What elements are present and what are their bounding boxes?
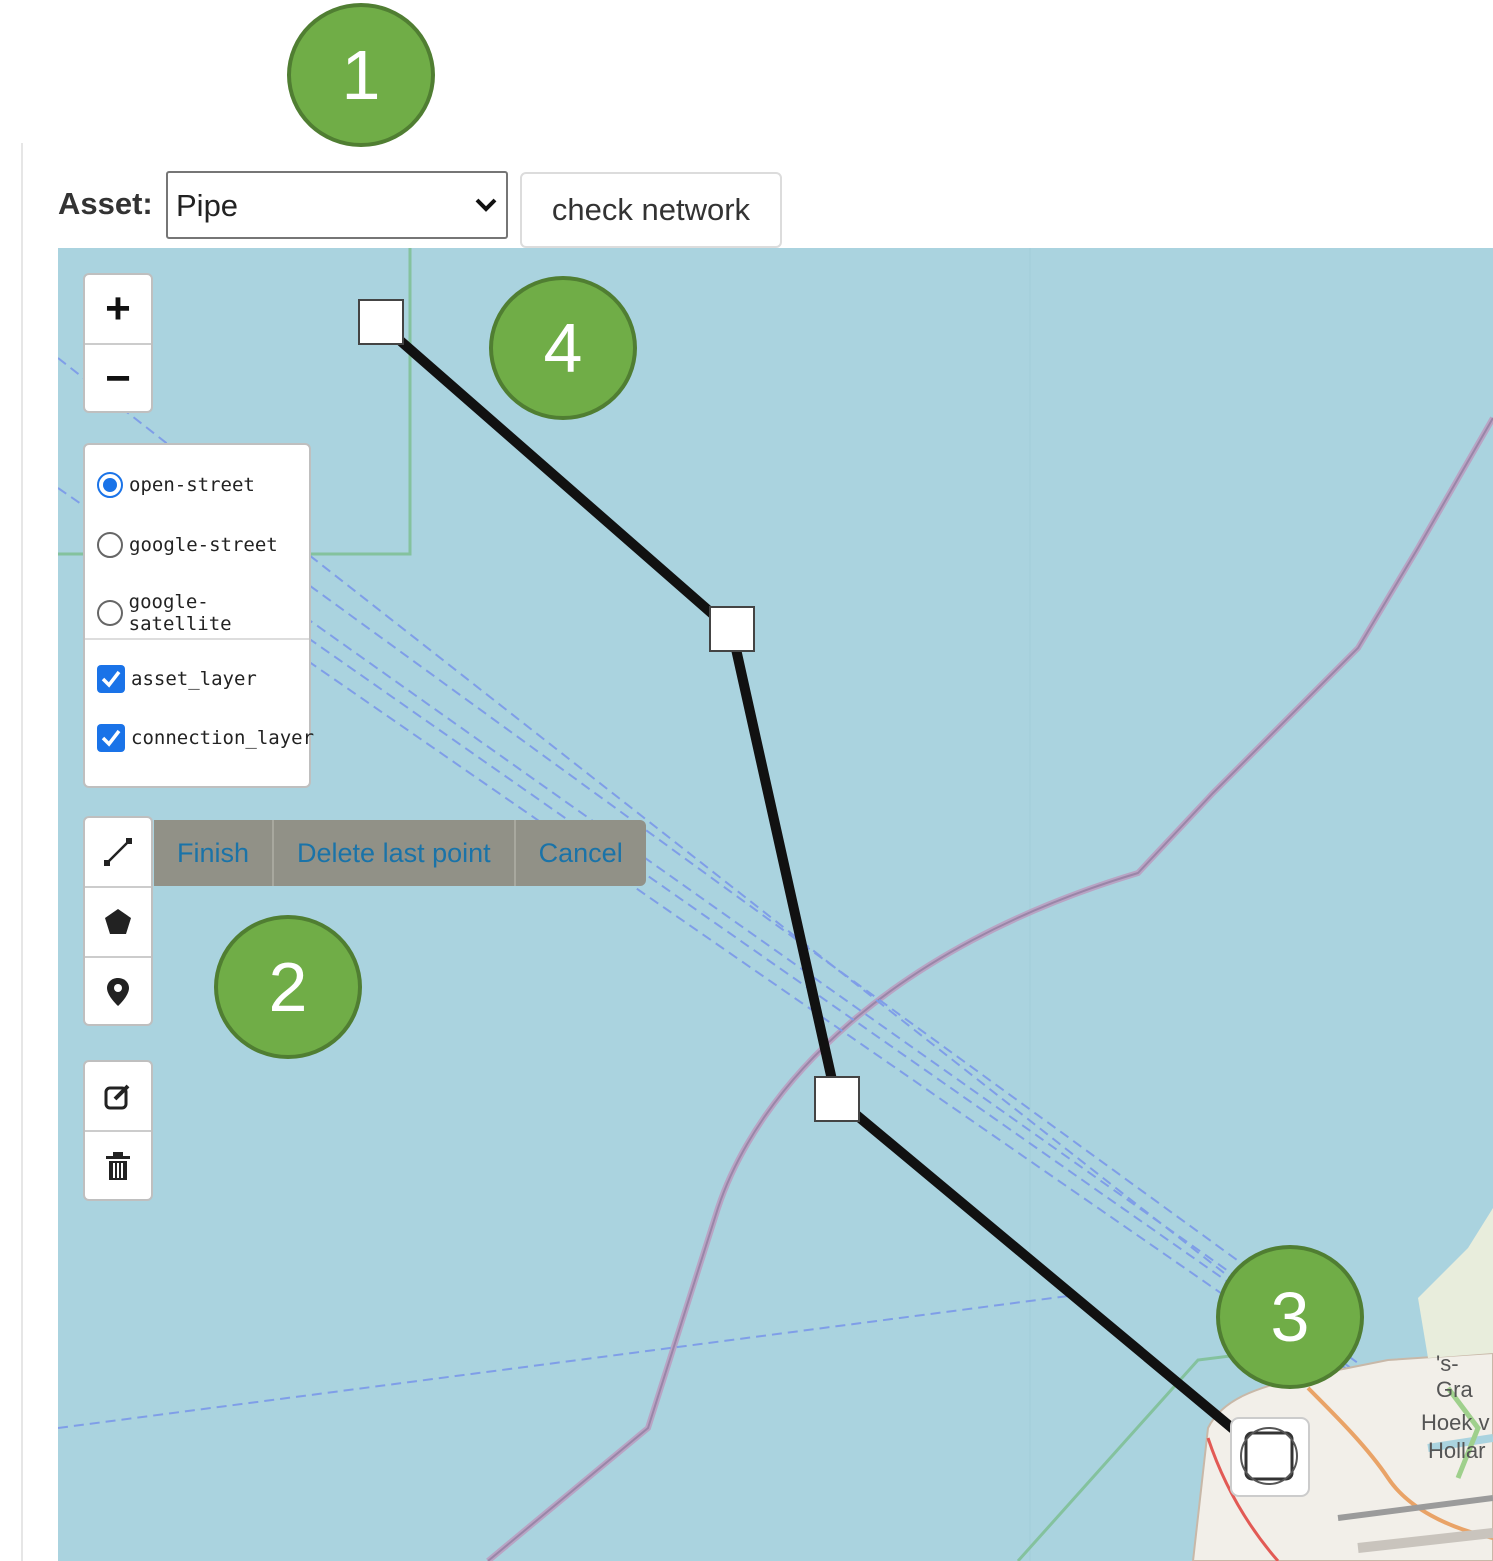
layer-option-google-street[interactable]: google-street: [97, 532, 278, 558]
layer-label: google-satellite: [128, 591, 232, 635]
layer-option-open-street[interactable]: open-street: [97, 472, 255, 498]
radio-selected-icon[interactable]: [97, 472, 123, 498]
callout-marker-2: 2: [214, 915, 362, 1059]
overlay-option-connection-layer[interactable]: connection_layer: [97, 724, 314, 752]
marker-icon: [107, 978, 129, 1006]
place-label-hoek: Hoek v: [1421, 1410, 1490, 1435]
trash-icon: [106, 1152, 130, 1180]
overlay-label: asset_layer: [131, 668, 257, 690]
callout-marker-3: 3: [1216, 1245, 1364, 1389]
callout-marker-4: 4: [489, 276, 637, 420]
layer-label: open-street: [129, 474, 255, 496]
polygon-icon: [105, 909, 131, 934]
radio-icon[interactable]: [97, 600, 123, 626]
delete-last-point-button[interactable]: Delete last point: [272, 820, 514, 886]
draw-polyline-button[interactable]: [85, 818, 151, 886]
delete-layers-button[interactable]: [85, 1130, 151, 1199]
overlay-option-asset-layer[interactable]: asset_layer: [97, 665, 257, 693]
page-left-border: [21, 143, 23, 1561]
layer-switcher: open-street google-street google-satelli…: [83, 443, 314, 788]
callout-marker-1: 1: [287, 3, 435, 147]
draw-polygon-button[interactable]: [85, 886, 151, 956]
overlay-label: connection_layer: [131, 727, 315, 749]
place-label-holland: Hollar: [1428, 1438, 1486, 1463]
zoom-in-button[interactable]: +: [85, 275, 151, 343]
layer-label: google-street: [129, 534, 278, 556]
draw-toolbar: [83, 816, 153, 1026]
draw-marker-button[interactable]: [85, 956, 151, 1024]
check-network-button[interactable]: check network: [520, 172, 782, 248]
checkbox-checked-icon[interactable]: [97, 724, 125, 752]
cancel-button[interactable]: Cancel: [513, 820, 646, 886]
radio-icon[interactable]: [97, 532, 123, 558]
edit-icon: [104, 1084, 130, 1110]
place-label-sgravenzande: 's-Gra: [1436, 1351, 1473, 1402]
layer-divider: [85, 638, 309, 640]
polyline-icon: [104, 838, 132, 866]
checkbox-checked-icon[interactable]: [97, 665, 125, 693]
edit-layers-button[interactable]: [85, 1062, 151, 1130]
draw-actions-bar: Finish Delete last point Cancel: [154, 820, 646, 886]
asset-select[interactable]: Pipe: [166, 171, 508, 239]
zoom-out-button[interactable]: −: [85, 343, 151, 411]
asset-label: Asset:: [58, 186, 153, 221]
zoom-control: + −: [83, 273, 153, 413]
finish-button[interactable]: Finish: [154, 820, 272, 886]
edit-toolbar: [83, 1060, 153, 1201]
layer-option-google-satellite[interactable]: google-satellite: [97, 591, 309, 635]
